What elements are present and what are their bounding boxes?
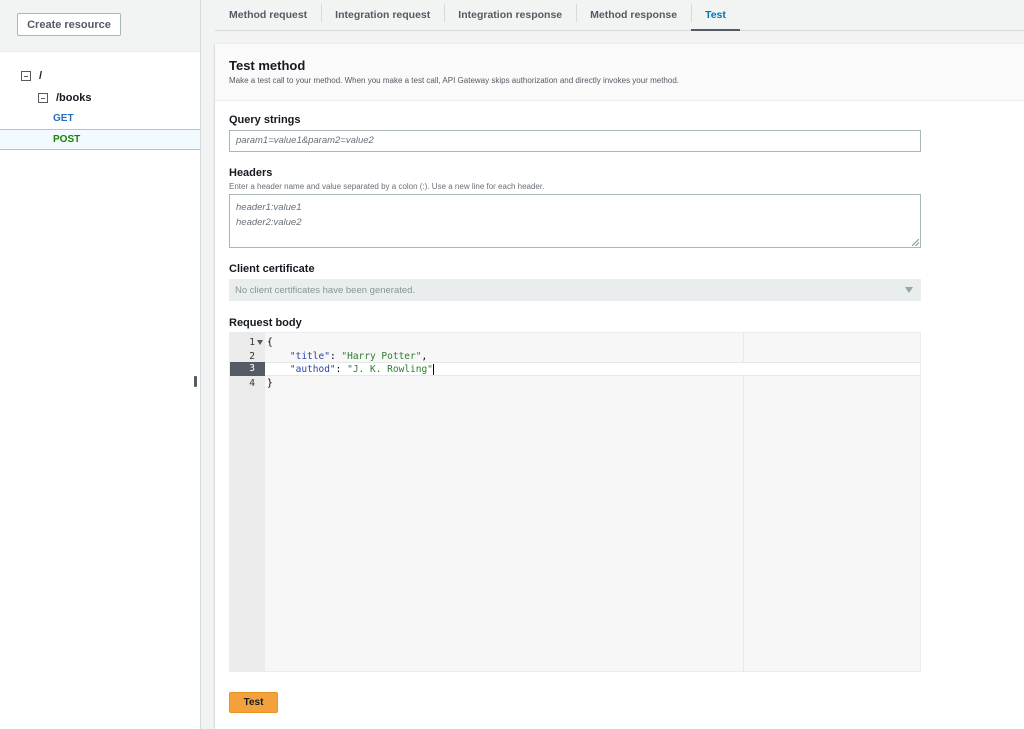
- query-strings-label: Query strings: [229, 114, 301, 126]
- tree-node-label: /: [39, 70, 43, 82]
- request-body-editor[interactable]: 1 { 2 "title": "Harry Potter", 3 "authod…: [229, 332, 921, 672]
- headers-textarea[interactable]: header1:value1 header2:value2: [229, 194, 921, 248]
- test-method-panel: Test method Make a test call to your met…: [215, 44, 1024, 729]
- tree-node-root[interactable]: /: [21, 70, 42, 82]
- code-line[interactable]: 2 "title": "Harry Potter",: [230, 349, 920, 363]
- client-certificate-label: Client certificate: [229, 263, 315, 275]
- panel-header: Test method Make a test call to your met…: [215, 44, 1024, 101]
- line-number: 2: [249, 350, 255, 362]
- method-tabs: Method request Integration request Integ…: [215, 0, 1024, 31]
- tab-method-response[interactable]: Method response: [576, 0, 691, 30]
- tab-integration-response[interactable]: Integration response: [444, 0, 576, 30]
- method-label: POST: [53, 134, 81, 145]
- method-post[interactable]: POST: [0, 129, 200, 150]
- request-body-label: Request body: [229, 317, 302, 329]
- client-certificate-select[interactable]: No client certificates have been generat…: [229, 279, 921, 301]
- code-text: {: [267, 336, 273, 348]
- method-label: GET: [53, 113, 74, 124]
- tab-integration-request[interactable]: Integration request: [321, 0, 444, 30]
- caret-down-icon: [905, 287, 913, 293]
- query-strings-placeholder: param1=value1&param2=value2: [236, 135, 374, 146]
- code-line[interactable]: 4 }: [230, 376, 920, 390]
- line-number: 1: [230, 337, 265, 348]
- panel-description: Make a test call to your method. When yo…: [229, 76, 679, 85]
- create-resource-button[interactable]: Create resource: [17, 13, 121, 36]
- line-number: 4: [249, 377, 255, 389]
- code-line-active[interactable]: 3 "authod": "J. K. Rowling": [230, 362, 920, 376]
- headers-placeholder-line: header2:value2: [236, 217, 302, 228]
- resource-sidebar: Create resource / /books GET POST: [0, 0, 201, 729]
- panel-title: Test method: [229, 58, 306, 73]
- collapse-icon[interactable]: [38, 93, 48, 103]
- tab-method-request[interactable]: Method request: [215, 0, 321, 30]
- sidebar-toolbar: Create resource: [0, 0, 200, 52]
- text-cursor: [432, 363, 434, 375]
- query-strings-input[interactable]: param1=value1&param2=value2: [229, 130, 921, 152]
- tree-node-label: /books: [56, 92, 92, 104]
- code-text: "title": "Harry Potter",: [289, 350, 428, 362]
- client-certificate-value: No client certificates have been generat…: [235, 284, 416, 296]
- tab-test[interactable]: Test: [691, 0, 740, 31]
- line-number: 3: [230, 362, 265, 376]
- headers-placeholder-line: header1:value1: [236, 202, 302, 213]
- tree-node-books[interactable]: /books: [38, 92, 91, 104]
- json-value: "J. K. Rowling": [347, 363, 433, 375]
- code-text: }: [267, 377, 273, 389]
- method-get[interactable]: GET: [0, 108, 200, 129]
- fold-icon[interactable]: [257, 339, 263, 345]
- code-text: "authod": "J. K. Rowling": [289, 363, 434, 375]
- headers-label: Headers: [229, 167, 273, 179]
- json-key: "title": [289, 350, 330, 362]
- headers-help: Enter a header name and value separated …: [229, 182, 545, 191]
- code-line[interactable]: 1 {: [230, 335, 920, 349]
- json-key: "authod": [289, 363, 336, 375]
- json-value: "Harry Potter": [341, 350, 422, 362]
- collapse-icon[interactable]: [21, 71, 31, 81]
- resize-grip-icon[interactable]: [912, 239, 919, 246]
- sidebar-resize-handle[interactable]: [194, 376, 197, 387]
- test-button[interactable]: Test: [229, 692, 278, 713]
